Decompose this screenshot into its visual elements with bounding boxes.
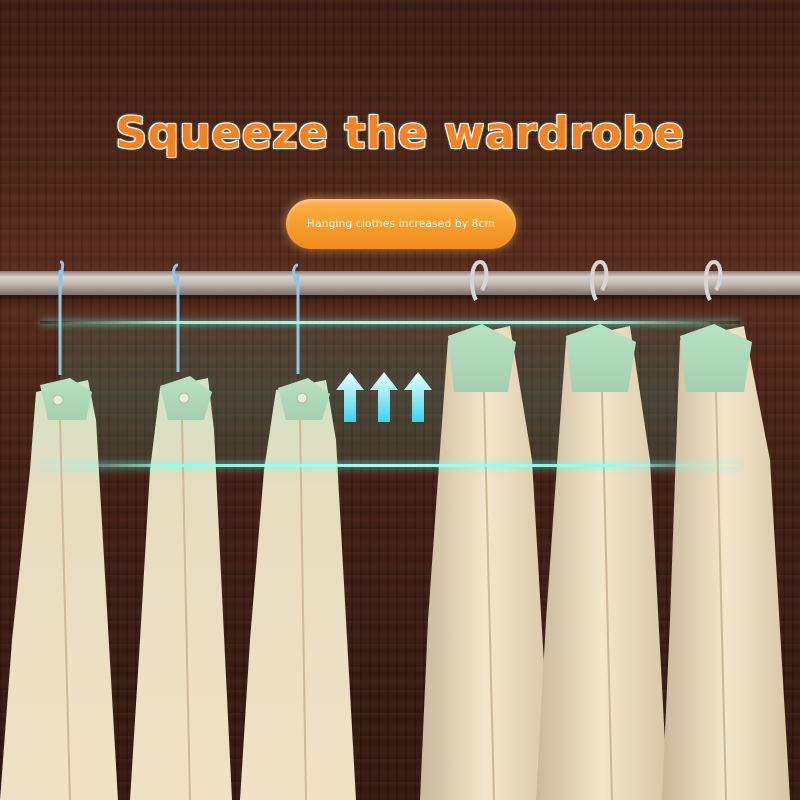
highlight-line-bottom (40, 464, 740, 467)
up-arrows (336, 372, 432, 422)
up-arrow-icon (370, 372, 398, 422)
shirt-1 (0, 260, 118, 800)
up-arrow-icon (404, 372, 432, 422)
up-arrow-icon (336, 372, 364, 422)
shirt-2 (130, 263, 232, 800)
shirt-6 (662, 259, 790, 800)
product-banner: Squeeze the wardrobe Hanging clothes inc… (0, 0, 800, 800)
shirt-4 (420, 259, 552, 800)
shirt-5 (536, 259, 668, 800)
highlight-line-top (40, 321, 740, 324)
shirt-3 (240, 263, 356, 800)
